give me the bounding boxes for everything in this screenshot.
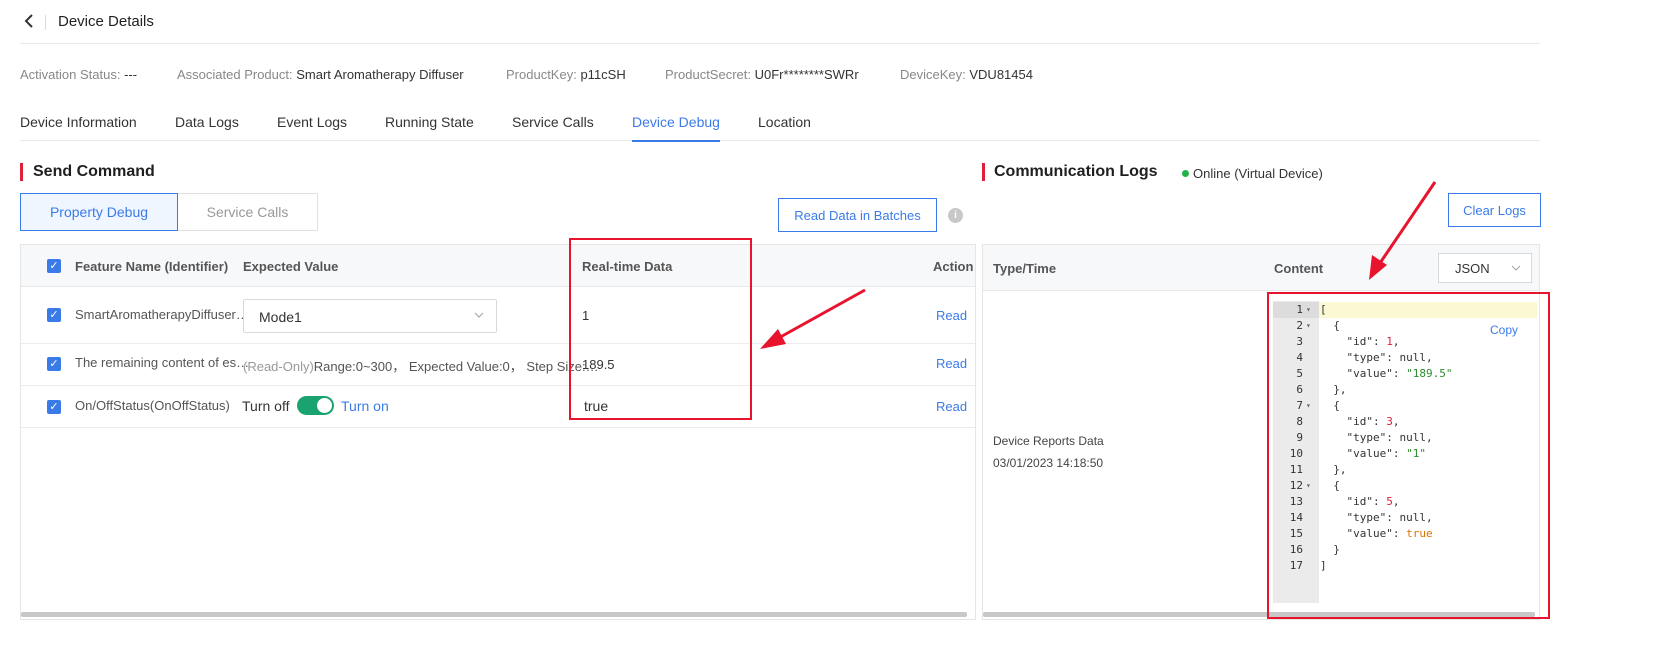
annotation-arrows [760,181,1437,349]
annotation-arrow [1369,181,1437,280]
annotation-arrow [760,288,866,349]
